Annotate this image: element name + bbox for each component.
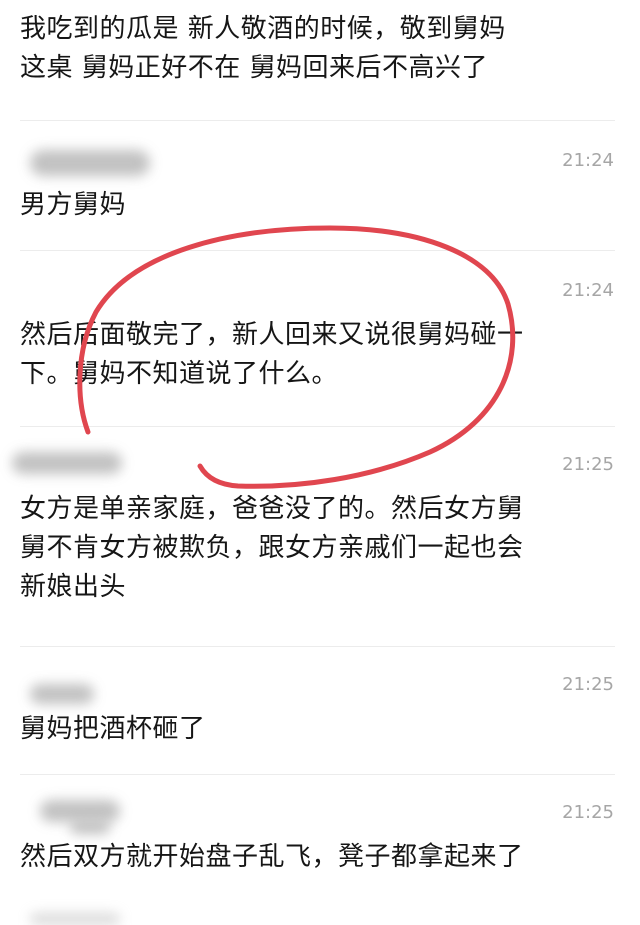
comment-text: 然后双方就开始盘子乱飞，凳子都拿起来了 <box>20 842 524 872</box>
comment-time: 21:25 <box>562 454 614 475</box>
comment-time: 21:25 <box>562 802 614 823</box>
blurred-username <box>40 800 120 822</box>
comment-text: 然后后面敬完了，新人回来又说很舅妈碰一 下。舅妈不知道说了什么。 <box>20 320 524 389</box>
comment-item: 21:25 女方是单亲家庭，爸爸没了的。然后女方舅 舅不肯女方被欺负，跟女方亲戚… <box>0 426 640 646</box>
next-comment-partial <box>0 905 640 925</box>
blurred-username-tail <box>70 820 110 834</box>
blurred-username <box>30 684 94 704</box>
comment-item: 21:25 舅妈把酒杯砸了 <box>0 646 640 774</box>
blurred-username <box>30 913 120 925</box>
comment-text: 舅妈把酒杯砸了 <box>20 714 206 744</box>
comment-text: 女方是单亲家庭，爸爸没了的。然后女方舅 舅不肯女方被欺负，跟女方亲戚们一起也会 … <box>20 494 524 602</box>
blurred-username <box>30 150 150 176</box>
comment-item: 21:24 男方舅妈 <box>0 120 640 250</box>
blurred-username <box>12 452 122 474</box>
comment-time: 21:25 <box>562 674 614 695</box>
comment-item: 21:25 然后双方就开始盘子乱飞，凳子都拿起来了 <box>0 774 640 905</box>
comment-item: 21:24 然后后面敬完了，新人回来又说很舅妈碰一 下。舅妈不知道说了什么。 <box>0 250 640 426</box>
comment-time: 21:24 <box>562 280 614 301</box>
comment-text: 我吃到的瓜是 新人敬酒的时候，敬到舅妈 这桌 舅妈正好不在 舅妈回来后不高兴了 <box>20 14 506 83</box>
comment-item: 我吃到的瓜是 新人敬酒的时候，敬到舅妈 这桌 舅妈正好不在 舅妈回来后不高兴了 <box>0 0 640 118</box>
comment-text: 男方舅妈 <box>20 190 127 220</box>
comment-time: 21:24 <box>562 150 614 171</box>
